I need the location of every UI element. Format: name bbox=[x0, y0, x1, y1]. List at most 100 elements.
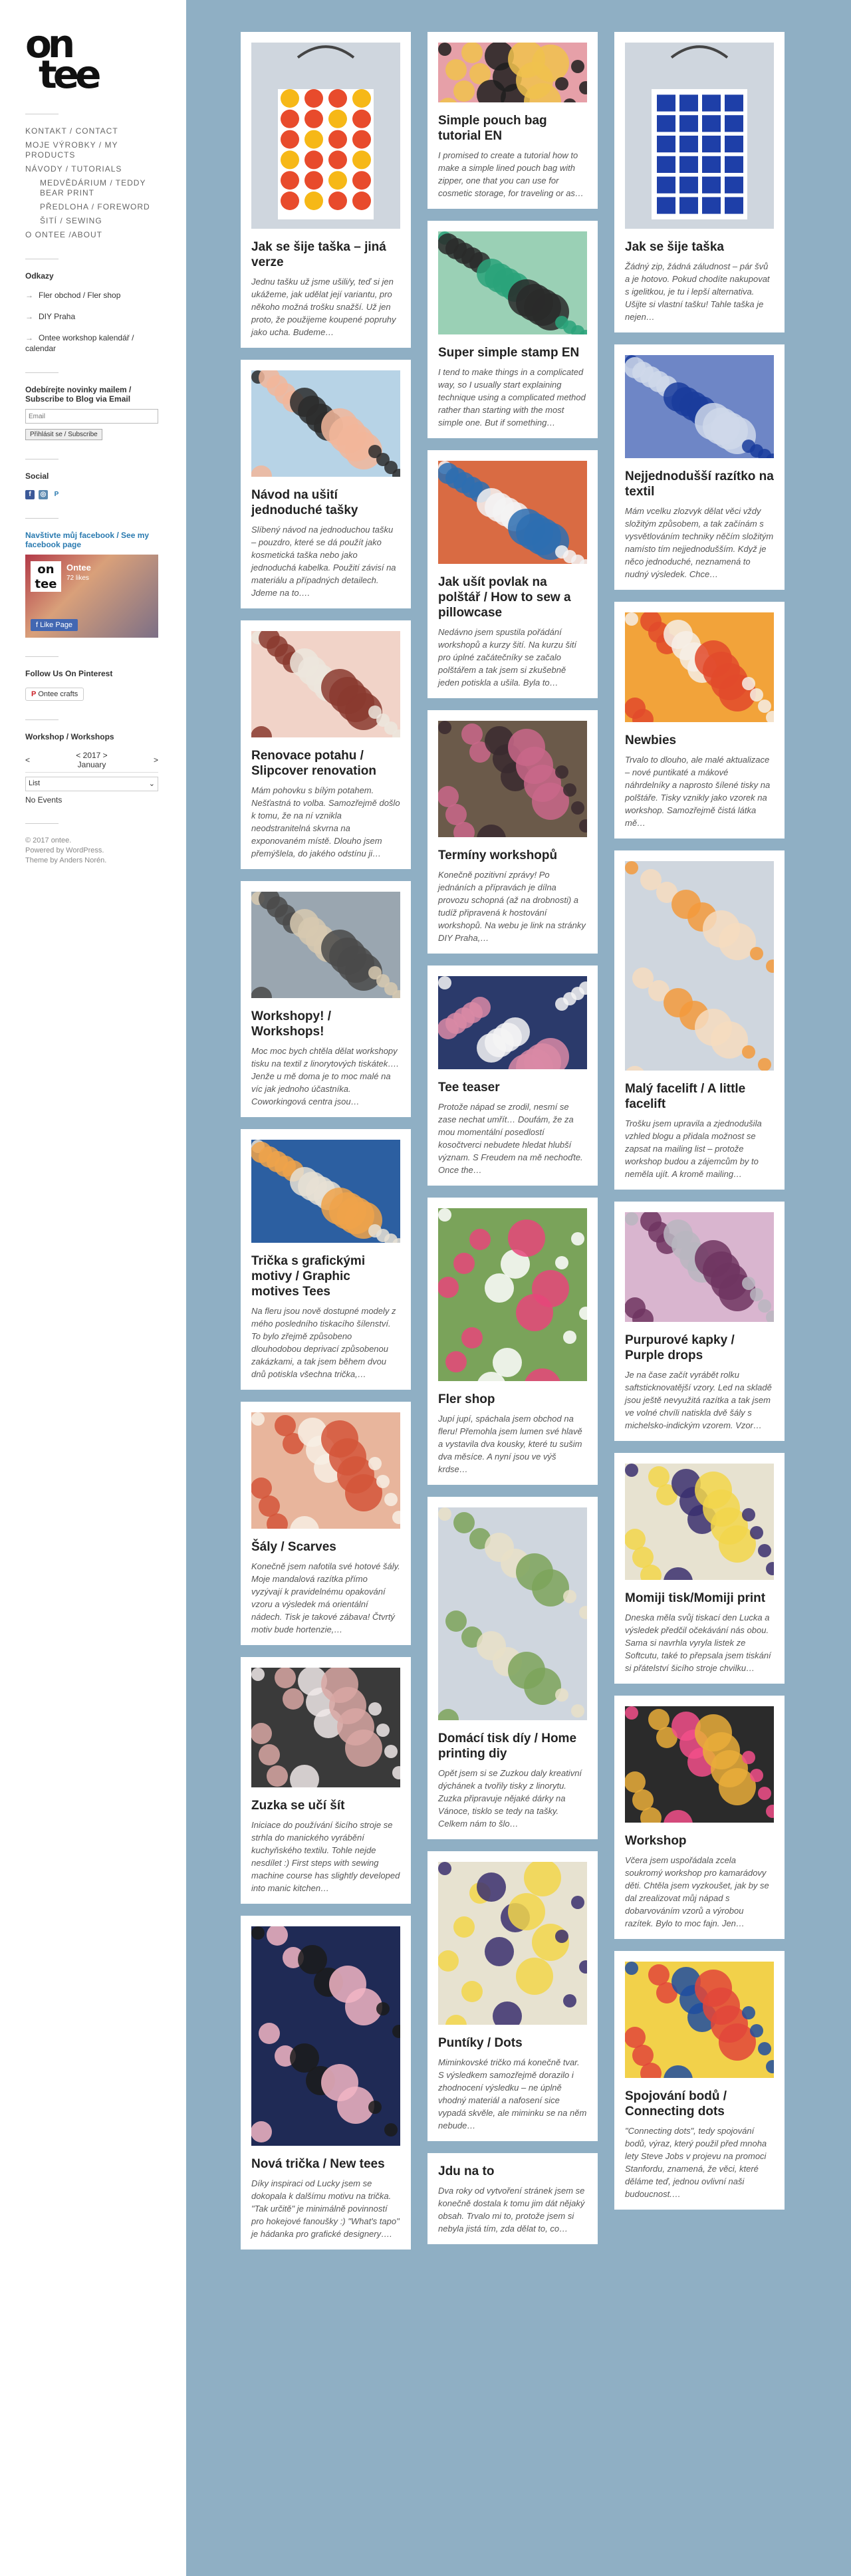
post-card[interactable]: Workshop Včera jsem uspořádala zcela souk… bbox=[614, 1696, 785, 1939]
facebook-page-name[interactable]: Ontee bbox=[66, 563, 91, 573]
footer-theme[interactable]: Theme by Anders Norén. bbox=[25, 856, 161, 866]
post-title[interactable]: Simple pouch bag tutorial EN bbox=[438, 113, 587, 144]
post-card[interactable]: Fler shop Jupí jupí, spáchala jsem obchod… bbox=[427, 1198, 598, 1485]
post-card[interactable]: Jdu na to Dva roky od vytvoření stránek j… bbox=[427, 2153, 598, 2244]
post-thumbnail[interactable] bbox=[251, 1926, 400, 2146]
post-title[interactable]: Puntíky / Dots bbox=[438, 2035, 587, 2051]
post-thumbnail[interactable] bbox=[438, 43, 587, 102]
nav-item[interactable]: ŠITÍ / SEWING bbox=[25, 216, 161, 226]
nav-item[interactable]: PŘEDLOHA / FOREWORD bbox=[25, 202, 161, 212]
post-card[interactable]: Malý facelift / A little facelift Trošku … bbox=[614, 850, 785, 1190]
post-thumbnail[interactable] bbox=[251, 892, 400, 998]
post-thumbnail[interactable] bbox=[625, 1706, 774, 1823]
nav-item[interactable]: MEDVĚDÁRIUM / TEDDY BEAR PRINT bbox=[25, 178, 161, 198]
facebook-like-button[interactable]: f Like Page bbox=[31, 619, 78, 631]
post-thumbnail[interactable] bbox=[251, 1140, 400, 1243]
post-title[interactable]: Nejjednodušší razítko na textil bbox=[625, 469, 774, 499]
post-title[interactable]: Spojování bodů / Connecting dots bbox=[625, 2089, 774, 2119]
post-title[interactable]: Domácí tisk díy / Home printing diy bbox=[438, 1731, 587, 1761]
calendar-prev-button[interactable]: < bbox=[25, 755, 30, 765]
links-list-item[interactable]: → Fler obchod / Fler shop bbox=[25, 290, 161, 301]
calendar-view-select[interactable]: List ⌄ bbox=[25, 777, 158, 791]
post-title[interactable]: Purpurové kapky / Purple drops bbox=[625, 1333, 774, 1363]
post-card[interactable]: Nová trička / New tees Díky inspiraci od … bbox=[241, 1916, 411, 2250]
post-title[interactable]: Zuzka se učí šít bbox=[251, 1798, 400, 1813]
facebook-page-widget[interactable]: on tee Ontee 72 likes f Like Page bbox=[25, 555, 158, 638]
post-thumbnail[interactable] bbox=[438, 1862, 587, 2025]
post-title[interactable]: Trička s grafickými motivy / Graphic mot… bbox=[251, 1253, 400, 1299]
links-list-item[interactable]: → Ontee workshop kalendář / calendar bbox=[25, 332, 161, 354]
post-thumbnail[interactable] bbox=[438, 721, 587, 837]
post-thumbnail[interactable] bbox=[251, 43, 400, 229]
post-title[interactable]: Nová trička / New tees bbox=[251, 2156, 400, 2172]
post-title[interactable]: Newbies bbox=[625, 733, 774, 748]
post-thumbnail[interactable] bbox=[438, 1208, 587, 1381]
nav-item[interactable]: NÁVODY / TUTORIALS bbox=[25, 164, 161, 174]
post-title[interactable]: Renovace potahu / Slipcover renovation bbox=[251, 748, 400, 779]
post-thumbnail[interactable] bbox=[625, 1212, 774, 1322]
post-card[interactable]: Návod na ušití jednoduché tašky Slíbený n… bbox=[241, 360, 411, 608]
subscribe-button[interactable]: Přihlásit se / Subscribe bbox=[25, 429, 102, 440]
post-card[interactable]: Super simple stamp EN I tend to make thin… bbox=[427, 221, 598, 438]
post-title[interactable]: Termíny workshopů bbox=[438, 848, 587, 863]
post-card[interactable]: Nejjednodušší razítko na textil Mám vcelk… bbox=[614, 344, 785, 590]
post-card[interactable]: Termíny workshopů Konečně pozitivní zpráv… bbox=[427, 710, 598, 954]
post-card[interactable]: Purpurové kapky / Purple drops Je na čase… bbox=[614, 1202, 785, 1441]
post-card[interactable]: Newbies Trvalo to dlouho, ale malé aktual… bbox=[614, 602, 785, 838]
post-thumbnail[interactable] bbox=[625, 1464, 774, 1580]
footer-powered[interactable]: Powered by WordPress. bbox=[25, 846, 161, 856]
post-thumbnail[interactable] bbox=[625, 43, 774, 229]
post-title[interactable]: Jak se šije taška – jiná verze bbox=[251, 239, 400, 270]
post-title[interactable]: Tee teaser bbox=[438, 1080, 587, 1095]
post-card[interactable]: Šály / Scarves Konečně jsem nafotila své … bbox=[241, 1402, 411, 1645]
post-card[interactable]: Jak se šije taška – jiná verze Jednu tašk… bbox=[241, 32, 411, 348]
post-thumbnail[interactable] bbox=[438, 461, 587, 564]
site-logo[interactable]: on tee bbox=[25, 25, 102, 94]
post-card[interactable]: Workshopy! / Workshops! Moc moc bych chtě… bbox=[241, 881, 411, 1117]
post-thumbnail[interactable] bbox=[438, 976, 587, 1069]
post-card[interactable]: Zuzka se učí šít Iniciace do používání ši… bbox=[241, 1657, 411, 1904]
post-card[interactable]: Trička s grafickými motivy / Graphic mot… bbox=[241, 1129, 411, 1390]
pinterest-follow-button[interactable]: P Ontee crafts bbox=[25, 688, 84, 701]
post-thumbnail[interactable] bbox=[251, 370, 400, 477]
links-list-item[interactable]: → DIY Praha bbox=[25, 311, 161, 322]
post-title[interactable]: Workshopy! / Workshops! bbox=[251, 1009, 400, 1039]
post-title[interactable]: Fler shop bbox=[438, 1392, 587, 1407]
post-thumbnail[interactable] bbox=[251, 1668, 400, 1787]
facebook-icon[interactable]: f bbox=[25, 490, 35, 499]
post-title[interactable]: Workshop bbox=[625, 1833, 774, 1849]
post-card[interactable]: Simple pouch bag tutorial EN I promised t… bbox=[427, 32, 598, 209]
post-title[interactable]: Super simple stamp EN bbox=[438, 345, 587, 360]
post-thumbnail[interactable] bbox=[438, 1507, 587, 1720]
nav-item[interactable]: O ONTEE /ABOUT bbox=[25, 230, 161, 240]
post-card[interactable]: Renovace potahu / Slipcover renovation Má… bbox=[241, 620, 411, 869]
post-title[interactable]: Návod na ušití jednoduché tašky bbox=[251, 487, 400, 518]
email-field[interactable] bbox=[25, 409, 158, 424]
post-card[interactable]: Momiji tisk/Momiji print Dneska měla svůj… bbox=[614, 1453, 785, 1684]
post-title[interactable]: Šály / Scarves bbox=[251, 1539, 400, 1555]
instagram-icon[interactable]: ◎ bbox=[39, 490, 48, 499]
post-thumbnail[interactable] bbox=[625, 612, 774, 722]
post-thumbnail[interactable] bbox=[251, 1412, 400, 1529]
post-card[interactable]: Tee teaser Protože nápad se zrodil, nesmí… bbox=[427, 966, 598, 1186]
post-card[interactable]: Jak se šije taška Žádný zip, žádná záludn… bbox=[614, 32, 785, 332]
nav-item[interactable]: MOJE VÝROBKY / MY PRODUCTS bbox=[25, 140, 161, 160]
facebook-page-link[interactable]: Navštivte můj facebook / See my facebook… bbox=[25, 531, 161, 549]
post-card[interactable]: Domácí tisk díy / Home printing diy Opět … bbox=[427, 1497, 598, 1839]
post-title[interactable]: Malý facelift / A little facelift bbox=[625, 1081, 774, 1112]
post-card[interactable]: Puntíky / Dots Miminkovské tričko má kone… bbox=[427, 1851, 598, 2141]
post-card[interactable]: Spojování bodů / Connecting dots "Connect… bbox=[614, 1951, 785, 2210]
nav-item[interactable]: KONTAKT / CONTACT bbox=[25, 126, 161, 136]
pinterest-icon[interactable]: P bbox=[52, 490, 61, 499]
post-thumbnail[interactable] bbox=[625, 355, 774, 458]
post-thumbnail[interactable] bbox=[251, 631, 400, 737]
post-thumbnail[interactable] bbox=[625, 861, 774, 1071]
calendar-next-button[interactable]: > bbox=[154, 755, 158, 765]
post-title[interactable]: Jak se šije taška bbox=[625, 239, 774, 255]
post-thumbnail[interactable] bbox=[625, 1962, 774, 2078]
post-title[interactable]: Momiji tisk/Momiji print bbox=[625, 1591, 774, 1606]
post-card[interactable]: Jak ušít povlak na polštář / How to sew … bbox=[427, 450, 598, 698]
post-title[interactable]: Jdu na to bbox=[438, 2164, 587, 2179]
post-thumbnail[interactable] bbox=[438, 231, 587, 334]
post-title[interactable]: Jak ušít povlak na polštář / How to sew … bbox=[438, 575, 587, 620]
